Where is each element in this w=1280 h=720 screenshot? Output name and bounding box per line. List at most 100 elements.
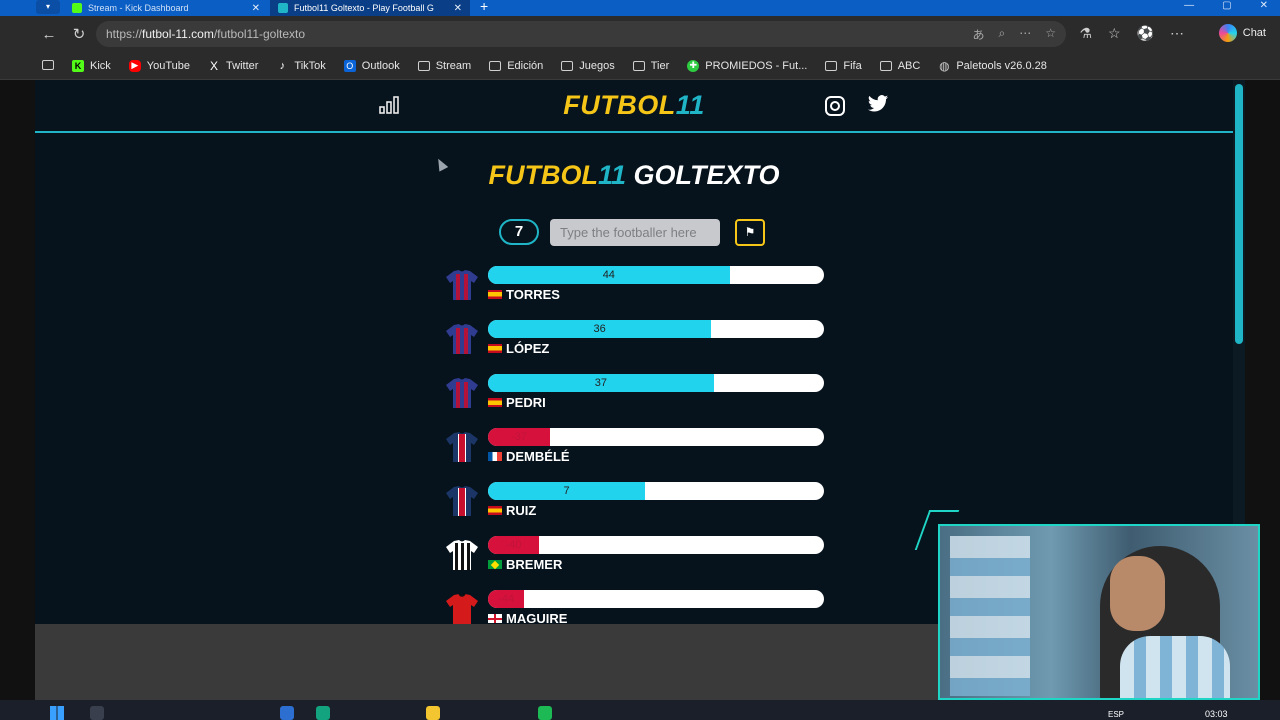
url-text: https://futbol-11.com/futbol11-goltexto [106,27,306,41]
reading-view-icon[interactable] [42,60,54,70]
window-controls: — ▢ ✕ [1184,0,1268,11]
twitter-icon[interactable] [867,94,889,114]
similarity-bar: -37 [488,428,824,446]
keyboard-language[interactable]: ESP [1108,710,1124,719]
kick-icon [72,3,82,13]
similarity-value: -40 [505,539,522,551]
guess-row: -44 MAGUIRE [445,589,845,624]
player-name-text: PEDRI [506,395,546,410]
tiktok-icon: ♪ [279,59,286,72]
bookmark-twitter[interactable]: X Twitter [208,58,258,73]
player-name-text: DEMBÉLÉ [506,449,570,464]
similarity-bar: 36 [488,320,824,338]
instagram-icon[interactable] [825,96,845,116]
bookmark-outlook[interactable]: O Outlook [343,59,400,72]
flag-es-icon [488,506,502,515]
bookmark-paletools[interactable]: ◍ Paletools v26.0.28 [938,58,1047,73]
more-menu-icon[interactable]: ⋯ [1170,25,1184,42]
explorer-icon[interactable] [426,706,440,720]
url-field[interactable]: https://futbol-11.com/futbol11-goltexto [96,21,1066,47]
chat-button[interactable]: Chat [1218,24,1266,42]
bookmark-folder-fifa[interactable]: Fifa [825,60,862,72]
player-name: MAGUIRE [488,611,567,624]
windows-taskbar: ESP 03:03 [0,700,1280,720]
player-name-text: MAGUIRE [506,611,568,624]
tab-strip: ▾ Stream - Kick Dashboard ✕ Futbol11 Gol… [0,0,1280,16]
footballer-search-input[interactable] [550,219,720,246]
give-up-flag-button[interactable]: ⚑ [735,219,765,246]
player-name: PEDRI [488,395,546,410]
copilot-icon [1218,24,1237,42]
bookmark-kick[interactable]: K Kick [72,59,111,72]
edge-icon[interactable] [316,706,330,720]
player-name: TORRES [488,287,560,302]
streamer-shirt [1120,636,1230,698]
chat-label: Chat [1242,27,1266,39]
jersey-psg-icon [445,431,479,463]
close-icon[interactable]: ✕ [252,3,260,14]
jersey-united-icon [445,593,479,624]
new-tab-button[interactable]: + [480,0,488,14]
back-button[interactable]: ← [38,23,60,45]
minimize-icon[interactable]: — [1184,0,1194,11]
favorites-icon[interactable]: ☆ [1108,25,1121,42]
player-name-text: LÓPEZ [506,341,550,356]
promiedos-icon: ✚ [687,59,700,72]
similarity-value: 7 [563,485,570,497]
similarity-value: -37 [511,431,528,443]
tab-futbol11[interactable]: Futbol11 Goltexto - Play Football G ✕ [270,0,470,16]
guess-row: 36 LÓPEZ [445,319,845,373]
bookmark-promiedos[interactable]: ✚ PROMIEDOS - Fut... [687,59,807,72]
flag-es-icon [488,290,502,299]
translate-icon[interactable]: あ [972,26,984,43]
scrollbar-thumb[interactable] [1235,84,1243,344]
flag-es-icon [488,398,502,407]
similarity-value: 44 [602,269,615,281]
guess-row: -40 BREMER [445,535,845,589]
zoom-icon[interactable]: ⌕ [999,26,1006,43]
spotify-icon[interactable] [538,706,552,720]
similarity-value: -44 [498,593,515,605]
jersey-psg-icon [445,485,479,517]
tab-actions-button[interactable]: ▾ [36,0,60,14]
close-icon[interactable]: ✕ [454,3,462,14]
search-icon[interactable] [90,706,104,720]
bookmark-folder-edicion[interactable]: Edición [489,60,543,72]
folder-icon [489,60,502,71]
reload-button[interactable]: ↻ [68,23,90,45]
folder-icon [417,60,430,71]
bookmark-folder-juegos[interactable]: Juegos [561,60,615,72]
flag-en-icon [488,614,502,623]
jersey-barca-icon [445,269,479,301]
guess-row: 37 PEDRI [445,373,845,427]
folder-icon [825,60,838,71]
bookmark-folder-tier[interactable]: Tier [632,60,669,72]
folder-icon [561,60,574,71]
windows-start-icon[interactable] [50,706,64,720]
tab-kick-dashboard[interactable]: Stream - Kick Dashboard ✕ [64,0,268,16]
bookmark-folder-abc[interactable]: ABC [879,60,920,72]
kick-icon: K [72,59,84,72]
jersey-barca-icon [445,377,479,409]
bookmark-youtube[interactable]: ▶ YouTube [128,59,190,72]
maximize-icon[interactable]: ▢ [1222,0,1231,11]
x-icon: X [210,58,219,73]
bookmark-tiktok[interactable]: ♪ TikTok [276,59,326,72]
favorite-star-icon[interactable]: ☆ [1045,26,1056,43]
soccer-ball-icon[interactable]: ⚽ [1137,25,1154,42]
similarity-bar: -40 [488,536,824,554]
bookmark-folder-stream[interactable]: Stream [417,60,471,72]
player-name-text: BREMER [506,557,563,572]
site-logo[interactable]: FUTBOL11 [35,90,1233,121]
globe-icon: ◍ [939,58,950,73]
extension-puzzle-icon[interactable]: ⚗ [1079,25,1092,42]
task-view-icon[interactable] [280,706,294,720]
flag-es-icon [488,344,502,353]
clock[interactable]: 03:03 [1205,709,1228,719]
flag-icon: ⚑ [744,225,756,239]
extensions-icon[interactable]: ⋯ [1019,26,1031,43]
tab-title: Stream - Kick Dashboard [88,3,189,13]
webcam-overlay [938,524,1260,700]
close-window-icon[interactable]: ✕ [1260,0,1268,11]
player-name: RUIZ [488,503,536,518]
